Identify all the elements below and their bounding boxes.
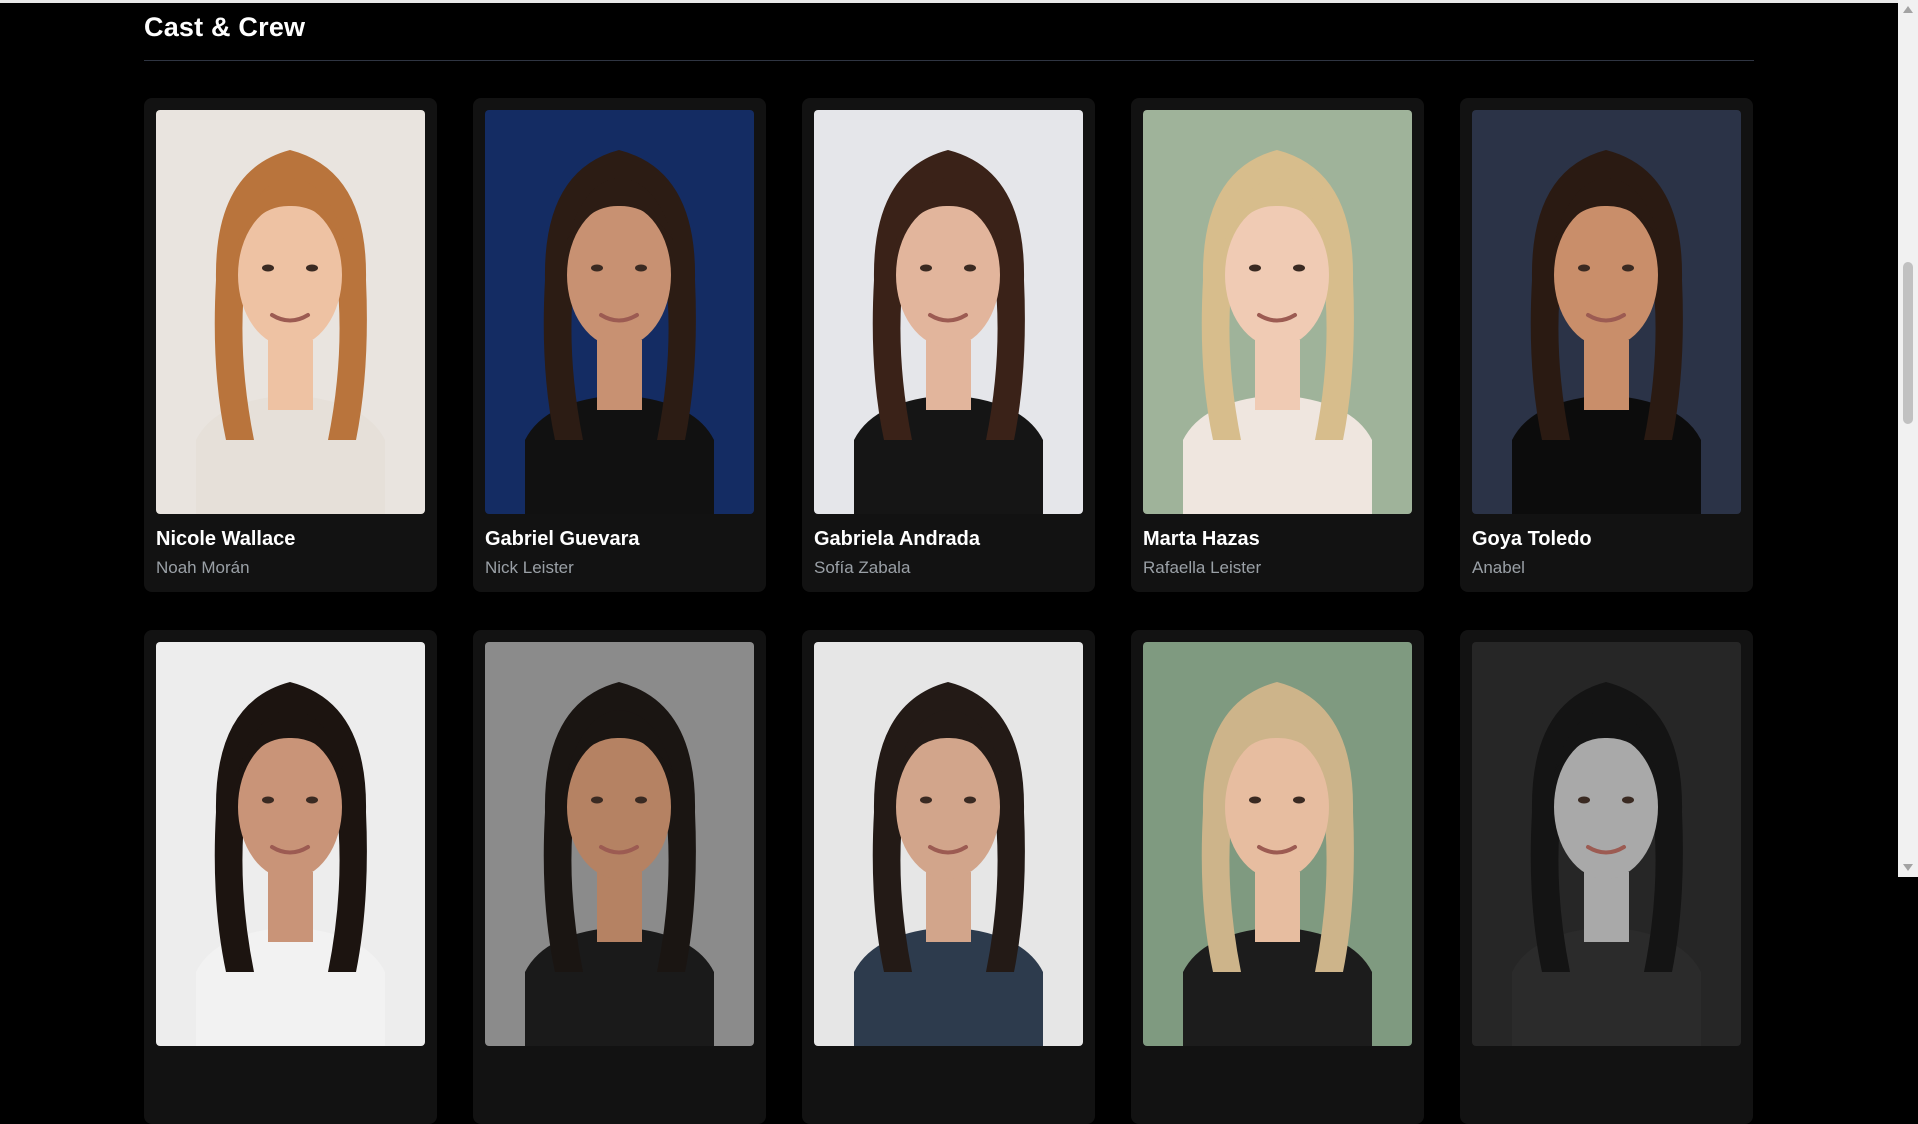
top-border: [0, 0, 1898, 3]
portrait-image: [1143, 110, 1412, 514]
portrait-image: [814, 110, 1083, 514]
cast-card[interactable]: Nicole Wallace Noah Morán: [144, 98, 437, 592]
cast-photo[interactable]: [1143, 642, 1412, 1046]
section-title: Cast & Crew: [144, 12, 306, 42]
cast-name[interactable]: Gabriel Guevara: [485, 528, 640, 551]
cast-card[interactable]: Gabriel Guevara Nick Leister: [473, 98, 766, 592]
character-name: Anabel: [1472, 558, 1525, 577]
page: Cast & Crew Nicole Wallace Noah Morán Gabr…: [0, 0, 1898, 1124]
cast-photo[interactable]: [485, 110, 754, 514]
cast-photo[interactable]: [485, 642, 754, 1046]
portrait-image: [1143, 642, 1412, 1046]
cast-photo[interactable]: [814, 642, 1083, 1046]
cast-card[interactable]: Gabriela Andrada Sofía Zabala: [802, 98, 1095, 592]
character-name: Rafaella Leister: [1143, 558, 1262, 577]
portrait-image: [156, 642, 425, 1046]
portrait-image: [1472, 642, 1741, 1046]
portrait-image: [1472, 110, 1741, 514]
cast-photo[interactable]: [1472, 642, 1741, 1046]
character-name: Nick Leister: [485, 558, 574, 577]
scroll-up-arrow-icon[interactable]: [1903, 6, 1913, 13]
cast-photo[interactable]: [156, 110, 425, 514]
cast-card[interactable]: Marta Hazas Rafaella Leister: [1131, 98, 1424, 592]
portrait-image: [156, 110, 425, 514]
section-divider: [144, 60, 1754, 61]
cast-card[interactable]: [1460, 630, 1753, 1124]
portrait-image: [485, 110, 754, 514]
cast-photo[interactable]: [1472, 110, 1741, 514]
cast-name[interactable]: Nicole Wallace: [156, 528, 295, 551]
cast-name[interactable]: Goya Toledo: [1472, 528, 1592, 551]
cast-card[interactable]: Goya Toledo Anabel: [1460, 98, 1753, 592]
cast-card[interactable]: [473, 630, 766, 1124]
cast-name[interactable]: Marta Hazas: [1143, 528, 1260, 551]
cast-photo[interactable]: [156, 642, 425, 1046]
cast-card[interactable]: [1131, 630, 1424, 1124]
portrait-image: [485, 642, 754, 1046]
scroll-down-arrow-icon[interactable]: [1903, 864, 1913, 871]
cast-name[interactable]: Gabriela Andrada: [814, 528, 980, 551]
cast-photo[interactable]: [1143, 110, 1412, 514]
scrollbar-thumb[interactable]: [1903, 262, 1913, 425]
cast-card[interactable]: [802, 630, 1095, 1124]
cast-card[interactable]: [144, 630, 437, 1124]
cast-photo[interactable]: [814, 110, 1083, 514]
character-name: Noah Morán: [156, 558, 250, 577]
vertical-scrollbar[interactable]: [1898, 0, 1918, 877]
portrait-image: [814, 642, 1083, 1046]
character-name: Sofía Zabala: [814, 558, 911, 577]
